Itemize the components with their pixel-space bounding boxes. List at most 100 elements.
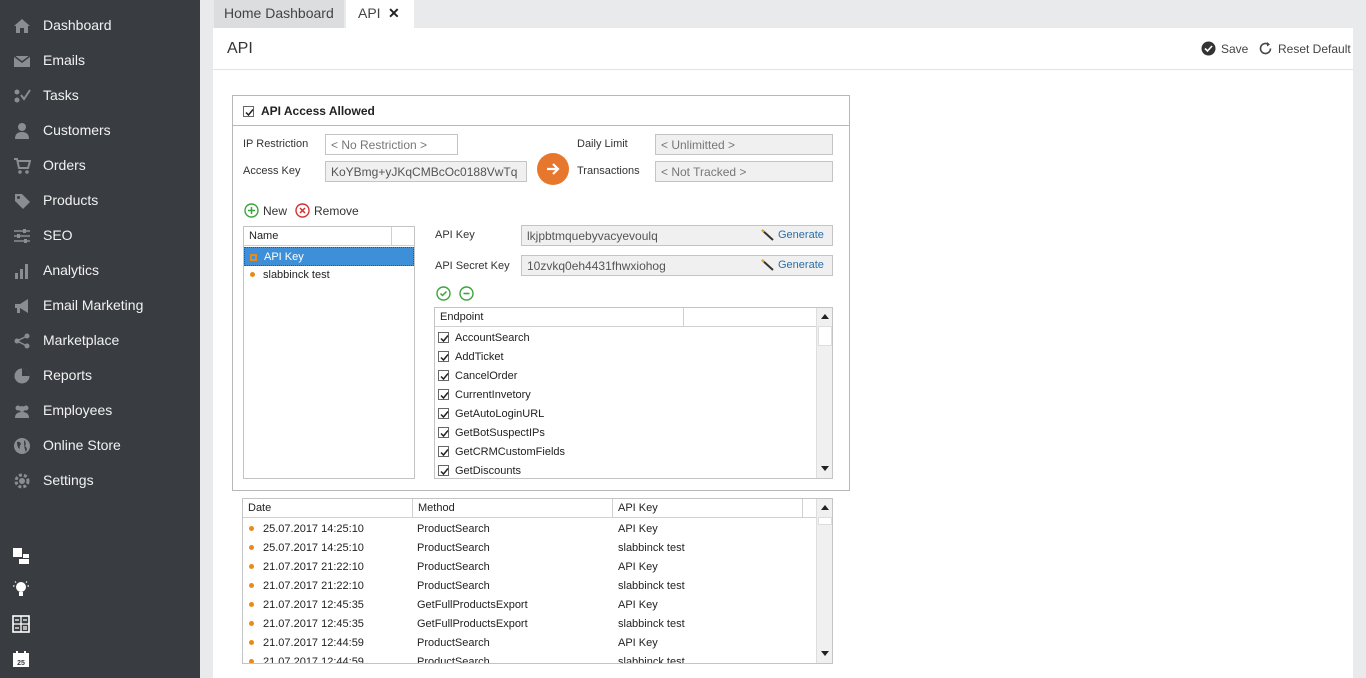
nav-orders[interactable]: Orders — [0, 148, 200, 183]
endpoint-checkbox[interactable] — [438, 332, 449, 343]
table-row[interactable]: 21.07.2017 12:45:35 GetFullProductsExpor… — [243, 615, 816, 634]
daily-limit-field[interactable]: < Unlimitted > — [655, 134, 833, 155]
globe-icon — [14, 438, 30, 454]
group-header: API Access Allowed — [233, 96, 849, 126]
nav-label: Emails — [43, 52, 86, 68]
log-date: 21.07.2017 21:22:10 — [263, 580, 364, 592]
table-row[interactable]: AccountSearch — [435, 329, 816, 348]
sliders-icon — [14, 229, 30, 243]
generate-secret-button[interactable]: Generate — [761, 259, 824, 271]
mail-icon — [13, 55, 31, 67]
layout-icon[interactable] — [12, 547, 30, 565]
endpoint-name: CancelOrder — [455, 370, 518, 382]
table-row[interactable]: 21.07.2017 21:22:10 ProductSearch API Ke… — [243, 558, 816, 577]
remove-circle-icon — [295, 203, 310, 218]
nav-products[interactable]: Products — [0, 183, 200, 218]
table-row[interactable]: 25.07.2017 14:25:10 ProductSearch API Ke… — [243, 520, 816, 539]
nav-email-marketing[interactable]: Email Marketing — [0, 288, 200, 323]
new-key-button[interactable]: New — [244, 203, 287, 218]
save-button[interactable]: Save — [1201, 41, 1248, 56]
endpoint-column-header[interactable]: Endpoint — [435, 308, 684, 327]
log-api-key: API Key — [618, 637, 658, 649]
table-row[interactable]: CancelOrder — [435, 367, 816, 386]
status-dot — [250, 272, 255, 277]
checkmark-icon — [440, 430, 449, 438]
table-row[interactable]: AddTicket — [435, 348, 816, 367]
endpoint-checkbox[interactable] — [438, 408, 449, 419]
endpoint-checkbox[interactable] — [438, 370, 449, 381]
log-method: ProductSearch — [417, 523, 490, 535]
table-row[interactable]: GetCRMCustomFields — [435, 443, 816, 462]
nav-analytics[interactable]: Analytics — [0, 253, 200, 288]
generate-api-key-button[interactable]: Generate — [761, 229, 824, 241]
transactions-field[interactable]: < Not Tracked > — [655, 161, 833, 182]
check-all-icon[interactable] — [436, 286, 451, 301]
list-item[interactable]: slabbinck test — [244, 266, 414, 285]
api-access-checkbox[interactable] — [243, 106, 254, 117]
nav-seo[interactable]: SEO — [0, 218, 200, 253]
endpoint-checkbox[interactable] — [438, 389, 449, 400]
cart-icon — [14, 158, 31, 174]
ip-restriction-field[interactable]: < No Restriction > — [325, 134, 458, 155]
table-row[interactable]: 21.07.2017 21:22:10 ProductSearch slabbi… — [243, 577, 816, 596]
endpoint-name: GetBotSuspectIPs — [455, 427, 545, 439]
api-key-column-header[interactable]: API Key — [613, 499, 803, 518]
endpoint-checkbox[interactable] — [438, 351, 449, 362]
access-key-field[interactable]: KoYBmg+yJKqCMBcOc0188VwTq — [325, 161, 527, 182]
log-api-key: slabbinck test — [618, 580, 685, 592]
nav-emails[interactable]: Emails — [0, 43, 200, 78]
tasks-icon — [14, 89, 31, 103]
calculator-icon[interactable] — [12, 615, 30, 633]
lightbulb-icon[interactable] — [12, 580, 30, 598]
scroll-up-icon[interactable] — [821, 314, 829, 319]
main-panel: API Save Reset Default API Access Allowe… — [213, 28, 1353, 678]
table-row[interactable]: GetDiscounts — [435, 462, 816, 478]
scroll-up-icon[interactable] — [821, 505, 829, 510]
endpoint-checkbox[interactable] — [438, 465, 449, 476]
table-row[interactable]: GetAutoLoginURL — [435, 405, 816, 424]
scroll-thumb[interactable] — [818, 517, 832, 525]
endpoint-name: GetAutoLoginURL — [455, 408, 545, 420]
nav-employees[interactable]: Employees — [0, 393, 200, 428]
endpoint-name: AccountSearch — [455, 332, 530, 344]
nav-reports[interactable]: Reports — [0, 358, 200, 393]
log-scrollbar[interactable] — [816, 499, 832, 663]
generate-label: Generate — [778, 229, 824, 241]
name-column-header[interactable]: Name — [244, 227, 392, 246]
remove-key-button[interactable]: Remove — [295, 203, 359, 218]
log-api-key: API Key — [618, 599, 658, 611]
nav-dashboard[interactable]: Dashboard — [0, 8, 200, 43]
endpoint-checkbox[interactable] — [438, 427, 449, 438]
tab-api[interactable]: API ✕ — [346, 0, 414, 28]
table-row[interactable]: 21.07.2017 12:45:35 GetFullProductsExpor… — [243, 596, 816, 615]
refresh-icon — [1259, 42, 1272, 55]
checkmark-icon — [245, 109, 254, 117]
nav-label: Tasks — [43, 87, 79, 103]
reset-default-button[interactable]: Reset Default — [1258, 41, 1351, 56]
method-column-header[interactable]: Method — [413, 499, 613, 518]
table-row[interactable]: 25.07.2017 14:25:10 ProductSearch slabbi… — [243, 539, 816, 558]
table-row[interactable]: 21.07.2017 12:44:59 ProductSearch slabbi… — [243, 653, 816, 664]
uncheck-all-icon[interactable] — [459, 286, 474, 301]
calendar-icon[interactable]: 25 — [12, 650, 30, 668]
nav-marketplace[interactable]: Marketplace — [0, 323, 200, 358]
table-row[interactable]: GetBotSuspectIPs — [435, 424, 816, 443]
endpoint-checkbox[interactable] — [438, 446, 449, 457]
tab-home-dashboard[interactable]: Home Dashboard — [214, 0, 344, 28]
date-column-header[interactable]: Date — [243, 499, 413, 518]
scroll-thumb[interactable] — [818, 326, 832, 346]
scroll-down-icon[interactable] — [821, 651, 829, 656]
table-row[interactable]: 21.07.2017 12:44:59 ProductSearch API Ke… — [243, 634, 816, 653]
log-grid-header: Date Method API Key — [243, 499, 816, 518]
close-icon[interactable]: ✕ — [388, 5, 400, 22]
nav-online-store[interactable]: Online Store — [0, 428, 200, 463]
scroll-down-icon[interactable] — [821, 466, 829, 471]
nav-settings[interactable]: Settings — [0, 463, 200, 498]
nav-tasks[interactable]: Tasks — [0, 78, 200, 113]
log-api-key: slabbinck test — [618, 656, 685, 664]
nav-customers[interactable]: Customers — [0, 113, 200, 148]
arrow-right-button[interactable] — [537, 153, 569, 185]
table-row[interactable]: CurrentInvetory — [435, 386, 816, 405]
list-item[interactable]: API Key — [244, 247, 414, 266]
endpoints-scrollbar[interactable] — [816, 308, 832, 478]
